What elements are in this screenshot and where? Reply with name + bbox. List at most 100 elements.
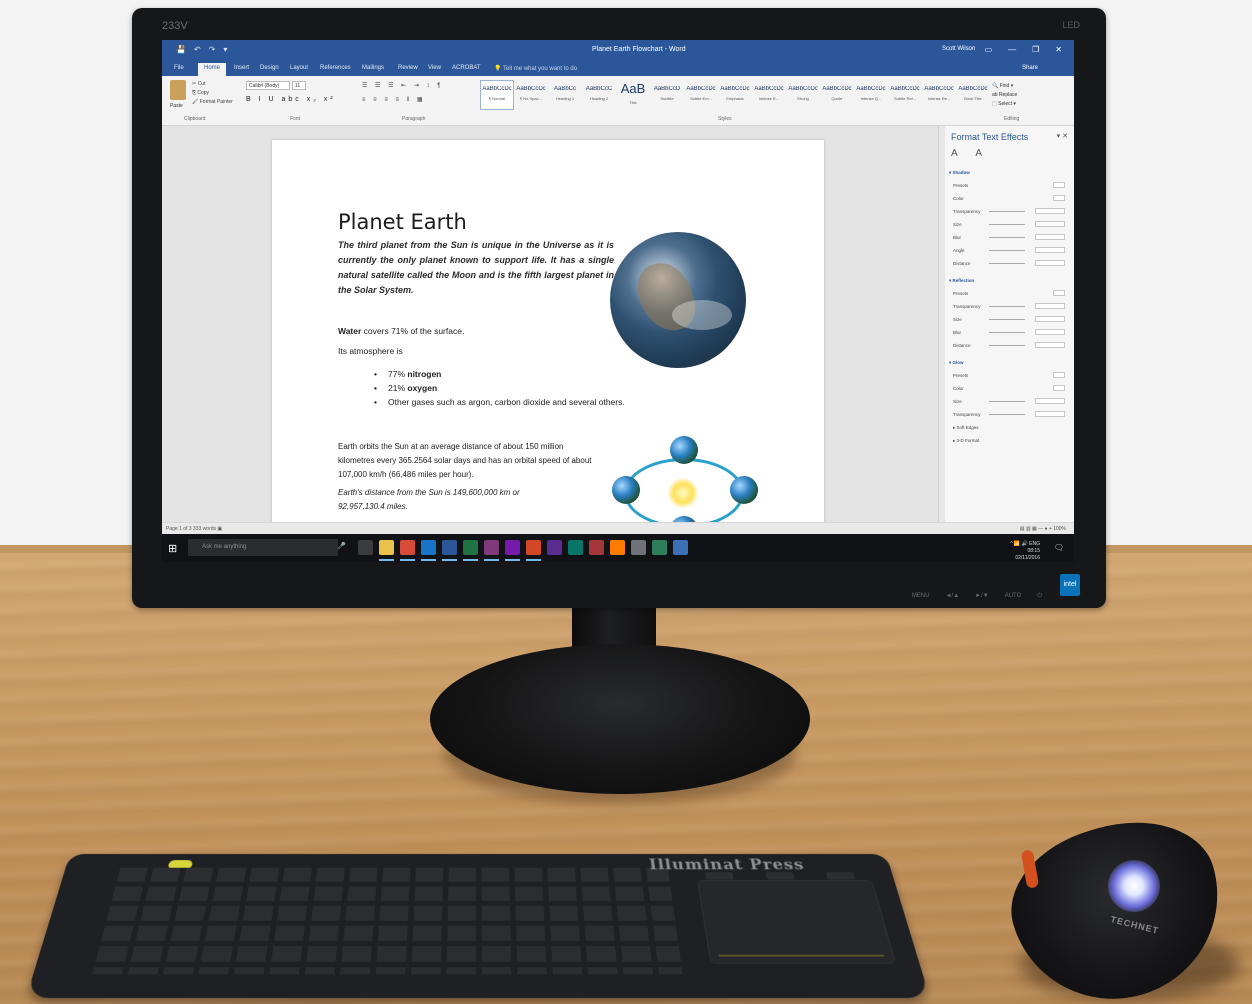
tell-me-search[interactable]: 💡 Tell me what you want to do xyxy=(494,65,577,72)
clock[interactable]: 08:15 02/11/2016 xyxy=(1010,548,1040,562)
style-12[interactable]: AaBbCcDc Subtle Ref... xyxy=(888,80,922,110)
tab-references[interactable]: References xyxy=(320,65,351,71)
page-word-count[interactable]: Page 1 of 3 333 words ▣ xyxy=(166,526,222,532)
pane-option-control[interactable] xyxy=(1053,290,1065,296)
pane-slider[interactable] xyxy=(989,263,1025,264)
restore-icon[interactable]: ❐ xyxy=(1032,45,1039,54)
paste-icon[interactable] xyxy=(170,80,186,100)
style-0[interactable]: AaBbCcDc ¶ Normal xyxy=(480,80,514,110)
pane-option-control[interactable] xyxy=(1035,398,1065,404)
style-2[interactable]: AaBbCc Heading 1 xyxy=(548,80,582,110)
touchpad-buttons[interactable] xyxy=(718,954,887,966)
undo-icon[interactable]: ↶ xyxy=(194,45,201,54)
pane-section-header[interactable]: ▾ Shadow xyxy=(949,170,1061,176)
pane-slider[interactable] xyxy=(989,306,1025,307)
pane-option-row[interactable]: Size xyxy=(953,398,1065,404)
tab-insert[interactable]: Insert xyxy=(234,65,249,71)
customize-qat-icon[interactable]: ▾ xyxy=(223,45,227,54)
tab-mailings[interactable]: Mailings xyxy=(362,65,384,71)
monitor-down-button[interactable]: ►/▼ xyxy=(975,593,989,600)
pane-option-row[interactable]: ▸ 3-D Format xyxy=(953,438,1065,444)
pane-option-row[interactable]: Blur xyxy=(953,234,1065,240)
pane-slider[interactable] xyxy=(989,237,1025,238)
powerpoint-taskbar-icon[interactable] xyxy=(526,540,541,555)
monitor-up-button[interactable]: ◄/▲ xyxy=(946,593,960,600)
pane-option-control[interactable] xyxy=(1053,182,1065,188)
style-7[interactable]: AaBbCcDc Emphasis xyxy=(718,80,752,110)
media-key[interactable] xyxy=(765,872,795,880)
replace-button[interactable]: ab Replace xyxy=(992,91,1017,100)
distance-paragraph[interactable]: Earth's distance from the Sun is 149,600… xyxy=(338,486,568,514)
keyboard[interactable]: Illuminat Press xyxy=(26,853,930,998)
list-item[interactable]: 21% oxygen xyxy=(374,381,625,395)
atmosphere-paragraph[interactable]: Its atmosphere is xyxy=(338,346,403,356)
style-11[interactable]: AaBbCcDc Intense Q... xyxy=(854,80,888,110)
keyboard-keys[interactable] xyxy=(92,867,683,975)
pane-slider[interactable] xyxy=(989,211,1025,212)
water-paragraph[interactable]: Water covers 71% of the surface. xyxy=(338,326,464,336)
pane-option-row[interactable]: Presets xyxy=(953,182,1065,188)
pane-option-row[interactable]: Size xyxy=(953,221,1065,227)
pane-slider[interactable] xyxy=(989,401,1025,402)
format-painter-button[interactable]: 🖌 Format Painter xyxy=(192,98,233,107)
pane-option-control[interactable] xyxy=(1035,411,1065,417)
style-8[interactable]: AaBbCcDc Intense E... xyxy=(752,80,786,110)
pane-option-row[interactable]: Transparency xyxy=(953,303,1065,309)
pane-option-row[interactable]: Distance xyxy=(953,260,1065,266)
tab-review[interactable]: Review xyxy=(398,65,418,71)
monitor-menu-button[interactable]: MENU xyxy=(912,593,930,600)
paragraph-list-buttons[interactable]: ☰ ☰ ☰ ⇤ ⇥ ↕ ¶ xyxy=(362,82,443,89)
microphone-icon[interactable]: 🎤 xyxy=(337,542,346,550)
pane-option-control[interactable] xyxy=(1053,385,1065,391)
style-6[interactable]: AaBbCcDc Subtle Em... xyxy=(684,80,718,110)
pane-option-control[interactable] xyxy=(1035,342,1065,348)
windows-start-icon[interactable]: ⊞ xyxy=(168,542,177,555)
pane-option-control[interactable] xyxy=(1053,195,1065,201)
copy-button[interactable]: ⎘ Copy xyxy=(192,89,233,98)
chrome-taskbar-icon[interactable] xyxy=(400,540,415,555)
outlook-taskbar-icon[interactable] xyxy=(421,540,436,555)
onenote-taskbar-icon[interactable] xyxy=(484,540,499,555)
save-icon[interactable]: 💾 xyxy=(176,45,186,54)
document-heading[interactable]: Planet Earth xyxy=(338,210,467,234)
style-10[interactable]: AaBbCcDc Quote xyxy=(820,80,854,110)
publisher-taskbar-icon[interactable] xyxy=(568,540,583,555)
document-canvas[interactable]: Planet Earth The third planet from the S… xyxy=(162,126,938,544)
pane-option-row[interactable]: Size xyxy=(953,316,1065,322)
monitor-power-icon[interactable]: ⏻ xyxy=(1037,593,1042,600)
pane-option-row[interactable]: ▸ Soft Edges xyxy=(953,425,1065,431)
redo-icon[interactable]: ↷ xyxy=(209,45,216,54)
list-item[interactable]: Other gases such as argon, carbon dioxid… xyxy=(374,395,625,409)
tab-home[interactable]: Home xyxy=(198,63,227,76)
tray-icons[interactable]: ^ 📶 🔊 ENG xyxy=(1010,541,1040,547)
pane-scrollbar[interactable] xyxy=(939,126,945,522)
task-view-taskbar-icon[interactable] xyxy=(358,540,373,555)
pane-option-row[interactable]: Color xyxy=(953,385,1065,391)
onenote-2-taskbar-icon[interactable] xyxy=(505,540,520,555)
pane-option-row[interactable]: Distance xyxy=(953,342,1065,348)
cut-button[interactable]: ✂ Cut xyxy=(192,80,233,89)
word-taskbar-icon[interactable] xyxy=(442,540,457,555)
pane-option-control[interactable] xyxy=(1035,247,1065,253)
media-key[interactable] xyxy=(705,872,734,880)
pane-option-row[interactable]: Blur xyxy=(953,329,1065,335)
text-fill-outline-icon[interactable]: A A xyxy=(951,148,990,159)
illustrator-taskbar-icon[interactable] xyxy=(610,540,625,555)
font-format-buttons[interactable]: B I U abc x₂ x² xyxy=(246,96,336,103)
tab-view[interactable]: View xyxy=(428,65,441,71)
style-5[interactable]: AaBbCcD Subtitle xyxy=(650,80,684,110)
style-4[interactable]: AaB Title xyxy=(616,80,650,110)
pane-option-control[interactable] xyxy=(1035,234,1065,240)
pane-slider[interactable] xyxy=(989,224,1025,225)
pane-option-control[interactable] xyxy=(1053,372,1065,378)
monitor-auto-button[interactable]: AUTO xyxy=(1005,593,1022,600)
view-zoom-controls[interactable]: ▤ ▥ ▦ — ● + 100% xyxy=(1020,526,1066,532)
pane-slider[interactable] xyxy=(989,345,1025,346)
style-1[interactable]: AaBbCcDc ¶ No Spac... xyxy=(514,80,548,110)
intro-paragraph[interactable]: The third planet from the Sun is unique … xyxy=(338,238,614,298)
ribbon-display-icon[interactable]: ▭ xyxy=(985,45,993,54)
file-explorer-taskbar-icon[interactable] xyxy=(379,540,394,555)
pane-option-row[interactable]: Presets xyxy=(953,290,1065,296)
tab-file[interactable]: File xyxy=(174,65,184,71)
minimize-icon[interactable]: — xyxy=(1008,45,1016,54)
